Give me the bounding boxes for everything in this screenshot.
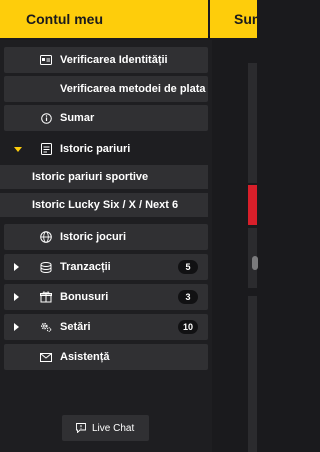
menu-item-label: Istoric pariuri: [60, 143, 131, 155]
alert-banner: [248, 185, 257, 225]
header: Contul meu Sum: [0, 0, 257, 38]
menu-item-verificarea-identitatii[interactable]: Verificarea Identității: [4, 47, 208, 73]
menu-item-bonusuri[interactable]: Bonusuri 3: [4, 284, 208, 310]
page-title: Contul meu: [0, 0, 208, 38]
menu-item-istoric-jocuri[interactable]: Istoric jocuri: [4, 224, 208, 250]
content-block: [248, 296, 257, 452]
submenu-item-istoric-pariuri-sportive[interactable]: Istoric pariuri sportive: [0, 165, 208, 189]
submenu-item-istoric-lucky-six[interactable]: Istoric Lucky Six / X / Next 6: [0, 193, 208, 217]
globe-icon: [40, 231, 52, 243]
tranzactii-count-badge: 5: [178, 260, 198, 274]
content-title: Sum: [210, 0, 257, 38]
menu-item-label: Asistență: [60, 351, 110, 363]
scroll-handle[interactable]: [252, 256, 258, 270]
menu-item-istoric-pariuri[interactable]: Istoric pariuri: [4, 136, 208, 162]
chevron-right-icon: [14, 323, 19, 331]
menu-item-label: Setări: [60, 321, 91, 333]
menu-item-tranzactii[interactable]: Tranzacții 5: [4, 254, 208, 280]
live-chat-label: Live Chat: [92, 422, 135, 434]
submenu-item-label: Istoric Lucky Six / X / Next 6: [32, 199, 179, 211]
setari-count-badge: 10: [177, 320, 198, 334]
menu-item-label: Verificarea metodei de plata: [60, 83, 206, 95]
menu-item-label: Verificarea Identității: [60, 54, 168, 66]
live-chat-button[interactable]: Live Chat: [62, 415, 149, 441]
content-panel: [212, 40, 258, 452]
ticket-icon: [40, 143, 52, 155]
coins-icon: [40, 261, 52, 273]
info-icon: [40, 112, 52, 124]
chat-icon: [76, 423, 86, 433]
gears-icon: [40, 321, 52, 333]
menu-item-label: Bonusuri: [60, 291, 109, 303]
menu-item-label: Sumar: [60, 112, 95, 124]
id-card-icon: [40, 54, 52, 66]
mail-icon: [40, 351, 52, 363]
submenu-item-label: Istoric pariuri sportive: [32, 171, 149, 183]
menu-item-setari[interactable]: Setări 10: [4, 314, 208, 340]
menu-item-asistenta[interactable]: Asistență: [4, 344, 208, 370]
menu-item-verificarea-metodei[interactable]: Verificarea metodei de plata: [4, 76, 208, 102]
chevron-right-icon: [14, 263, 19, 271]
menu-item-label: Istoric jocuri: [60, 231, 127, 243]
gift-icon: [40, 291, 52, 303]
account-sidebar: Verificarea Identității Verificarea meto…: [0, 40, 212, 452]
chevron-down-icon: [14, 147, 22, 152]
menu-item-label: Tranzacții: [60, 261, 111, 273]
bonusuri-count-badge: 3: [178, 290, 198, 304]
content-block: [248, 63, 257, 183]
menu-item-sumar[interactable]: Sumar: [4, 105, 208, 131]
chevron-right-icon: [14, 293, 19, 301]
